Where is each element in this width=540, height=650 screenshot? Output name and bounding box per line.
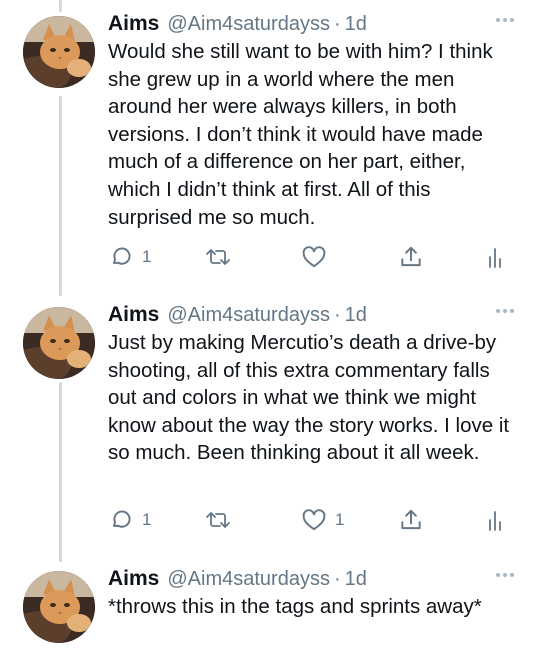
user-handle[interactable]: @Aim4saturdayss	[167, 304, 330, 327]
share-button[interactable]	[398, 507, 424, 533]
display-name[interactable]: Aims	[108, 567, 159, 591]
like-count: 1	[335, 510, 345, 529]
timestamp[interactable]: 1d	[345, 304, 367, 327]
like-icon	[302, 509, 326, 531]
tweet-actions: 1 1	[108, 507, 518, 537]
share-icon	[401, 509, 421, 530]
timestamp[interactable]: 1d	[345, 13, 367, 36]
reply-button[interactable]: 1	[108, 244, 151, 270]
tweet-text: Just by making Mercutio’s death a drive-…	[108, 331, 510, 465]
analytics-button[interactable]	[486, 507, 508, 533]
like-button[interactable]: 1	[301, 507, 344, 533]
share-icon	[401, 246, 421, 267]
tweet-header: Aims @Aim4saturdayss · 1d	[108, 567, 367, 593]
retweet-button[interactable]	[204, 244, 232, 270]
tweet[interactable]: Aims @Aim4saturdayss · 1d Would she stil…	[0, 12, 540, 282]
retweet-icon	[206, 512, 230, 528]
separator: ·	[333, 13, 341, 35]
analytics-icon	[489, 248, 501, 268]
share-button[interactable]	[398, 244, 424, 270]
like-icon	[302, 246, 326, 268]
separator: ·	[333, 304, 341, 326]
analytics-icon	[489, 511, 501, 531]
user-handle[interactable]: @Aim4saturdayss	[167, 13, 330, 36]
tweet-text: Would she still want to be with him? I t…	[108, 40, 493, 229]
reply-button[interactable]: 1	[108, 507, 151, 533]
user-handle[interactable]: @Aim4saturdayss	[167, 568, 330, 591]
tweet[interactable]: Aims @Aim4saturdayss · 1d Just by making…	[0, 303, 540, 543]
like-button[interactable]	[301, 244, 327, 270]
reply-count: 1	[142, 247, 152, 266]
timestamp[interactable]: 1d	[345, 568, 367, 591]
more-options-icon[interactable]	[496, 18, 514, 22]
display-name[interactable]: Aims	[108, 303, 159, 327]
retweet-button[interactable]	[204, 507, 232, 533]
reply-icon	[112, 247, 131, 265]
more-options-icon[interactable]	[496, 573, 514, 577]
avatar[interactable]	[23, 307, 95, 379]
display-name[interactable]: Aims	[108, 12, 159, 36]
more-options-icon[interactable]	[496, 309, 514, 313]
reply-icon	[112, 510, 131, 528]
avatar[interactable]	[23, 16, 95, 88]
cat-avatar-image	[23, 571, 95, 643]
tweet-actions: 1	[108, 244, 518, 274]
reply-count: 1	[142, 510, 152, 529]
avatar[interactable]	[23, 571, 95, 643]
analytics-button[interactable]	[486, 244, 508, 270]
tweet[interactable]: Aims @Aim4saturdayss · 1d *throws this i…	[0, 567, 540, 650]
cat-avatar-image	[23, 16, 95, 88]
thread-line	[59, 0, 62, 12]
tweet-header: Aims @Aim4saturdayss · 1d	[108, 12, 367, 38]
cat-avatar-image	[23, 307, 95, 379]
tweet-text: *throws this in the tags and sprints awa…	[108, 595, 482, 618]
retweet-icon	[206, 249, 230, 265]
separator: ·	[333, 568, 341, 590]
tweet-header: Aims @Aim4saturdayss · 1d	[108, 303, 367, 329]
